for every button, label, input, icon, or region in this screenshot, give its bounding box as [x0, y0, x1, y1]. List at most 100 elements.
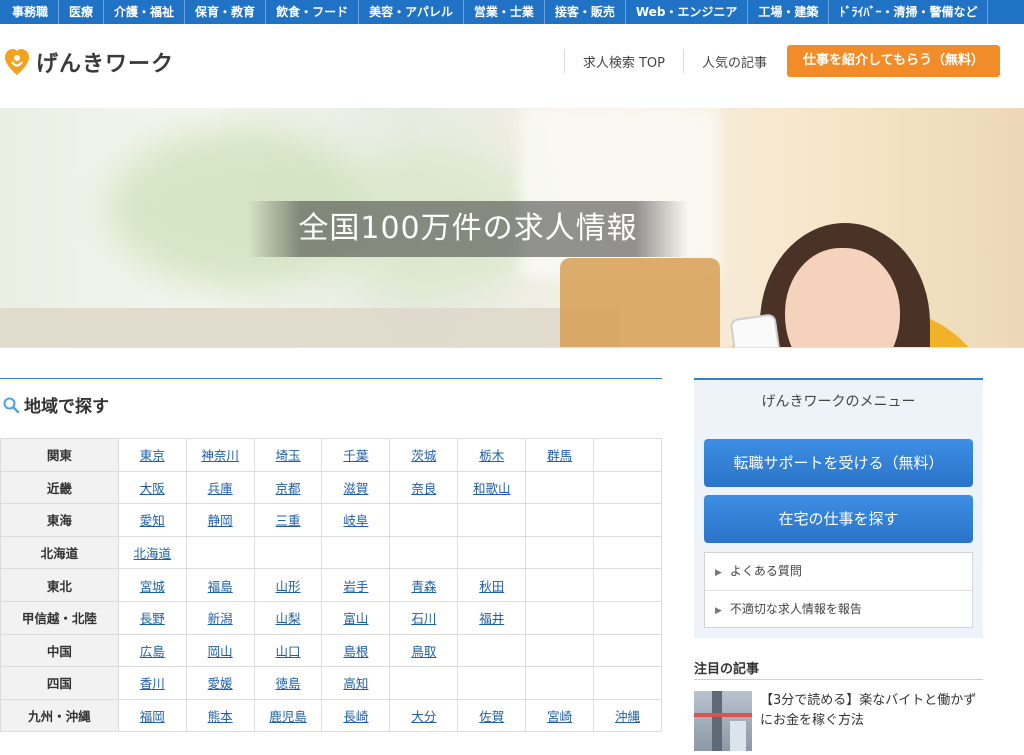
prefecture-link[interactable]: 青森 — [411, 579, 436, 594]
prefecture-link[interactable]: 岐阜 — [343, 513, 368, 528]
featured-article[interactable]: 【3分で読める】楽なバイトと働かずにお金を稼ぐ方法 — [694, 691, 983, 751]
prefecture-link[interactable]: 福井 — [479, 611, 504, 626]
prefecture-link[interactable]: 三重 — [276, 513, 301, 528]
report-link[interactable]: ▶ 不適切な求人情報を報告 — [705, 590, 972, 627]
prefecture-link[interactable]: 滋賀 — [343, 481, 368, 496]
prefecture-link[interactable]: 茨城 — [411, 448, 436, 463]
prefecture-cell — [593, 503, 662, 537]
prefecture-link[interactable]: 高知 — [343, 676, 368, 691]
prefecture-link[interactable]: 愛知 — [140, 513, 165, 528]
prefecture-link[interactable]: 岩手 — [343, 579, 368, 594]
prefecture-link[interactable]: 福岡 — [140, 709, 165, 724]
prefecture-cell — [593, 568, 662, 602]
prefecture-link[interactable]: 沖縄 — [615, 709, 640, 724]
prefecture-cell: 群馬 — [525, 438, 595, 472]
site-logo[interactable]: げんきワーク — [4, 46, 174, 78]
prefecture-cell: 鹿児島 — [253, 698, 323, 733]
prefecture-link[interactable]: 長野 — [140, 611, 165, 626]
prefecture-link[interactable]: 鹿児島 — [269, 709, 307, 724]
prefecture-link[interactable]: 佐賀 — [479, 709, 504, 724]
prefecture-link[interactable]: 兵庫 — [208, 481, 233, 496]
header-nav: 求人検索 TOP 人気の記事 仕事を紹介してもらう（無料） — [563, 45, 1000, 77]
prefecture-cell: 石川 — [389, 600, 459, 635]
nav-search-top[interactable]: 求人検索 TOP — [565, 52, 683, 71]
prefecture-link[interactable]: 石川 — [411, 611, 436, 626]
category-link[interactable]: 接客・販売 — [545, 0, 626, 24]
prefecture-link[interactable]: 徳島 — [276, 676, 301, 691]
prefecture-link[interactable]: 大阪 — [140, 481, 165, 496]
prefecture-link[interactable]: 広島 — [140, 644, 165, 659]
prefecture-link[interactable]: 秋田 — [479, 579, 504, 594]
prefecture-cell: 宮城 — [117, 568, 187, 602]
prefecture-link[interactable]: 東京 — [140, 448, 165, 463]
prefecture-link[interactable]: 福島 — [208, 579, 233, 594]
hero-caption: 全国100万件の求人情報 — [298, 211, 638, 246]
job-referral-button[interactable]: 仕事を紹介してもらう（無料） — [787, 45, 1000, 77]
prefecture-link[interactable]: 岡山 — [208, 644, 233, 659]
prefecture-link[interactable]: 埼玉 — [276, 448, 301, 463]
category-link[interactable]: 営業・士業 — [464, 0, 545, 24]
prefecture-link[interactable]: 大分 — [411, 709, 436, 724]
category-link[interactable]: 工場・建築 — [748, 0, 830, 24]
sidebar: げんきワークのメニュー 転職サポートを受ける（無料） 在宅の仕事を探す ▶ よくあ… — [694, 378, 983, 751]
category-link[interactable]: 医療 — [59, 0, 105, 24]
prefecture-cell: 山口 — [253, 633, 323, 668]
prefecture-cell: 福井 — [457, 600, 527, 635]
hero-bg-table — [0, 308, 620, 347]
prefecture-link[interactable]: 愛媛 — [208, 676, 233, 691]
category-link[interactable]: 保育・教育 — [185, 0, 267, 24]
prefecture-cell: 奈良 — [389, 470, 459, 505]
prefecture-cell — [525, 568, 595, 602]
career-support-button[interactable]: 転職サポートを受ける（無料） — [704, 439, 973, 487]
prefecture-link[interactable]: 京都 — [276, 481, 301, 496]
region-name: 九州・沖縄 — [0, 698, 119, 733]
prefecture-link[interactable]: 鳥取 — [411, 644, 436, 659]
prefecture-link[interactable]: 千葉 — [343, 448, 368, 463]
prefecture-link[interactable]: 富山 — [343, 611, 368, 626]
region-name: 北海道 — [0, 535, 119, 570]
prefecture-cell: 富山 — [321, 600, 391, 635]
prefecture-link[interactable]: 熊本 — [208, 709, 233, 724]
prefecture-cell: 佐賀 — [457, 698, 527, 733]
prefecture-link[interactable]: 群馬 — [547, 448, 572, 463]
prefecture-link[interactable]: 島根 — [343, 644, 368, 659]
prefecture-cell: 愛媛 — [185, 666, 255, 700]
prefecture-link[interactable]: 和歌山 — [473, 481, 511, 496]
prefecture-cell: 愛知 — [117, 503, 187, 537]
prefecture-link[interactable]: 宮城 — [140, 579, 165, 594]
prefecture-link[interactable]: 山口 — [276, 644, 301, 659]
prefecture-link[interactable]: 奈良 — [411, 481, 436, 496]
category-link[interactable]: 飲食・フード — [266, 0, 360, 24]
triangle-right-icon: ▶ — [715, 568, 722, 578]
article-thumbnail[interactable] — [694, 691, 752, 751]
region-row: 東海 愛知 静岡 三重 岐阜 — [0, 503, 662, 537]
category-link[interactable]: Web・エンジニア — [626, 0, 749, 24]
prefecture-cell: 熊本 — [185, 698, 255, 733]
prefecture-cell — [525, 633, 595, 668]
prefecture-link[interactable]: 神奈川 — [201, 448, 239, 463]
prefecture-cell — [457, 535, 527, 570]
prefecture-link[interactable]: 山形 — [276, 579, 301, 594]
prefecture-cell: 福島 — [185, 568, 255, 602]
prefecture-link[interactable]: 新潟 — [208, 611, 233, 626]
prefecture-link[interactable]: 香川 — [140, 676, 165, 691]
prefecture-link[interactable]: 静岡 — [208, 513, 233, 528]
prefecture-link[interactable]: 山梨 — [276, 611, 301, 626]
category-bar: 事務職 医療 介護・福祉 保育・教育 飲食・フード 美容・アパレル 営業・士業 接客・販売 We… — [0, 0, 1024, 24]
region-row: 中国 広島 岡山 山口 島根 鳥取 — [0, 633, 662, 668]
article-title[interactable]: 【3分で読める】楽なバイトと働かずにお金を稼ぐ方法 — [760, 691, 982, 731]
prefecture-link[interactable]: 長崎 — [343, 709, 368, 724]
prefecture-cell: 三重 — [253, 503, 323, 537]
category-link[interactable]: 介護・福祉 — [104, 0, 186, 24]
prefecture-cell: 北海道 — [117, 535, 187, 570]
prefecture-link[interactable]: 栃木 — [479, 448, 504, 463]
category-link[interactable]: 事務職 — [0, 0, 60, 24]
faq-link[interactable]: ▶ よくある質問 — [705, 553, 972, 590]
prefecture-cell: 沖縄 — [593, 698, 662, 733]
prefecture-link[interactable]: 宮崎 — [547, 709, 572, 724]
prefecture-link[interactable]: 北海道 — [134, 546, 172, 561]
category-link[interactable]: 美容・アパレル — [359, 0, 464, 24]
remote-work-button[interactable]: 在宅の仕事を探す — [704, 495, 973, 543]
category-link[interactable]: ﾄﾞﾗｲﾊﾞｰ・清掃・警備など — [829, 0, 989, 24]
nav-popular-articles[interactable]: 人気の記事 — [684, 52, 785, 71]
